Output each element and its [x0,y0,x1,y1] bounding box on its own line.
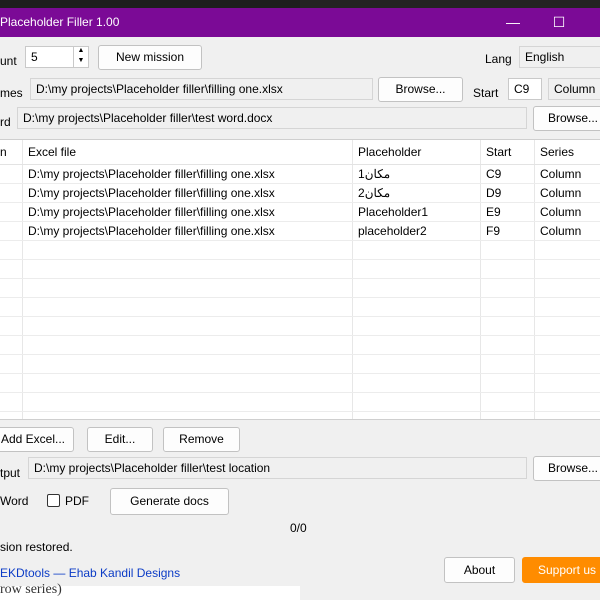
progress-text: 0/0 [290,521,307,535]
word-path-field[interactable]: D:\my projects\Placeholder filler\test w… [17,107,527,129]
table-row-empty [0,355,600,374]
table-row-empty [0,374,600,393]
cell-start: D9 [486,186,502,200]
close-icon[interactable]: ✕ [582,8,600,37]
cell-start: C9 [486,167,502,181]
start-input[interactable]: C9 [508,78,542,100]
names-label: mes [0,86,23,100]
browse-output-button[interactable]: Browse... [533,456,600,481]
table-row[interactable]: D:\my projects\Placeholder filler\fillin… [0,203,600,222]
credit-link[interactable]: EKDtools — Ehab Kandil Designs [0,566,180,580]
cell-placeholder: Placeholder1 [358,205,429,219]
table-row-empty [0,260,600,279]
count-stepper[interactable]: ▲ ▼ [73,46,88,68]
start-label: Start [473,86,499,100]
generate-docs-button[interactable]: Generate docs [110,488,229,515]
output-path-field[interactable]: D:\my projects\Placeholder filler\test l… [28,457,527,479]
maximize-icon[interactable]: ☐ [536,8,582,37]
cell-series: Column [540,224,582,238]
stepper-up-icon[interactable]: ▲ [74,46,88,56]
table-row-empty [0,393,600,412]
cell-start: E9 [486,205,501,219]
cell-placeholder: مكان2 [358,186,391,200]
cell-placeholder: مكان1 [358,167,391,181]
cell-series: Column [540,205,582,219]
table-row-empty [0,317,600,336]
cell-excel-file: D:\my projects\Placeholder filler\fillin… [28,167,275,181]
edit-button[interactable]: Edit... [87,427,153,452]
count-label: unt [0,54,17,68]
cell-placeholder: placeholder2 [358,224,427,238]
table-row[interactable]: D:\my projects\Placeholder filler\fillin… [0,184,600,203]
add-excel-button[interactable]: Add Excel... [0,427,74,452]
output-label: tput [0,466,21,480]
stepper-down-icon[interactable]: ▼ [74,56,88,66]
pdf-checkbox[interactable] [47,494,60,507]
browse-names-button[interactable]: Browse... [378,77,463,102]
cell-start: F9 [486,224,501,238]
table-row-empty [0,298,600,317]
cell-series: Column [540,167,582,181]
table-row[interactable]: D:\my projects\Placeholder filler\fillin… [0,165,600,184]
status-message: sion restored. [0,540,73,554]
minimize-icon[interactable]: — [490,8,536,37]
table-header: n Excel file Placeholder Start Series [0,140,600,165]
remove-button[interactable]: Remove [163,427,240,452]
desktop-background-right [300,0,600,8]
column-header-start[interactable]: Start [486,140,511,165]
column-header-name[interactable]: n [0,140,7,165]
support-button[interactable]: Support us [522,557,600,583]
background-document: row series) [0,582,300,600]
about-button[interactable]: About [444,557,515,583]
window-title: Placeholder Filler 1.00 [0,15,120,29]
table-row-empty [0,279,600,298]
column-header-excel[interactable]: Excel file [28,140,76,165]
table-row[interactable]: D:\my projects\Placeholder filler\fillin… [0,222,600,241]
table-row-empty [0,336,600,355]
column-header-series[interactable]: Series [540,140,574,165]
cell-excel-file: D:\my projects\Placeholder filler\fillin… [28,224,275,238]
lang-label: Lang [485,52,512,66]
background-document-text: row series) [0,582,62,597]
table-row-empty [0,241,600,260]
mappings-table[interactable]: n Excel file Placeholder Start Series D:… [0,139,600,420]
title-bar: Placeholder Filler 1.00 — ☐ ✕ [0,8,600,37]
cell-series: Column [540,186,582,200]
cell-excel-file: D:\my projects\Placeholder filler\fillin… [28,205,275,219]
pdf-label[interactable]: PDF [65,494,89,508]
word-label: rd [0,115,11,129]
word-checkbox-label[interactable]: Word [0,494,28,508]
column-header-placeholder[interactable]: Placeholder [358,140,421,165]
lang-select[interactable]: English [519,46,600,68]
names-path-field[interactable]: D:\my projects\Placeholder filler\fillin… [30,78,373,100]
series-select[interactable]: Column [548,78,600,100]
browse-word-button[interactable]: Browse... [533,106,600,131]
new-mission-button[interactable]: New mission [98,45,202,70]
cell-excel-file: D:\my projects\Placeholder filler\fillin… [28,186,275,200]
